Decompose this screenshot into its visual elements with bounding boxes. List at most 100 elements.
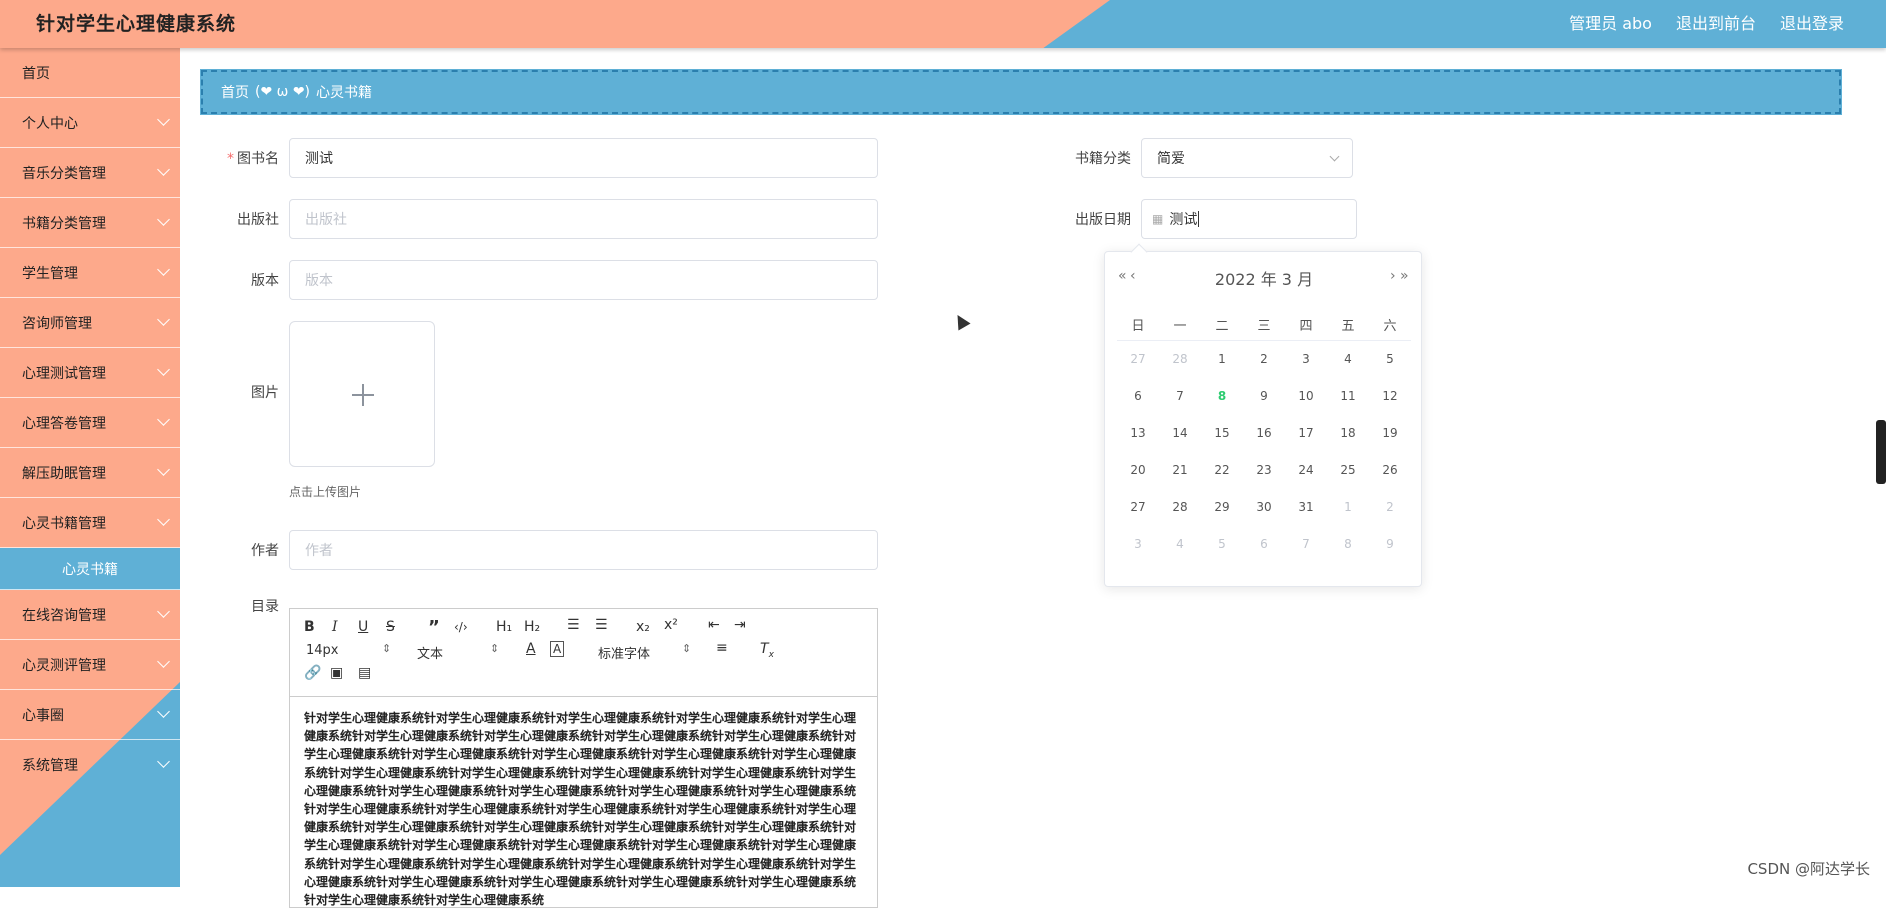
image-icon[interactable]: ▣ [330, 665, 343, 681]
sidebar-item-online-consult[interactable]: 在线咨询管理 [0, 590, 180, 640]
calendar-day[interactable]: 25 [1327, 451, 1369, 488]
pub-date-input[interactable]: ▦ 测试 [1141, 199, 1357, 239]
calendar-day[interactable]: 13 [1117, 414, 1159, 451]
outdent-icon[interactable]: ⇤ [708, 617, 720, 633]
bold-icon[interactable]: B [304, 619, 315, 635]
sidebar-item-soul-assessment[interactable]: 心灵测评管理 [0, 640, 180, 690]
calendar-day[interactable]: 2 [1243, 340, 1285, 377]
calendar-day[interactable]: 28 [1159, 340, 1201, 377]
calendar-day[interactable]: 1 [1201, 340, 1243, 377]
code-block-icon[interactable]: ‹/› [454, 620, 468, 634]
calendar-day[interactable]: 18 [1327, 414, 1369, 451]
editor-content[interactable]: 针对学生心理健康系统针对学生心理健康系统针对学生心理健康系统针对学生心理健康系统… [290, 697, 877, 909]
calendar-day[interactable]: 4 [1327, 340, 1369, 377]
calendar-day[interactable]: 24 [1285, 451, 1327, 488]
sidebar-menu: 首页 个人中心 音乐分类管理 书籍分类管理 学生管理 咨询师管理 心理测试管理 … [0, 48, 180, 790]
bullet-list-icon[interactable]: ☰ [595, 617, 608, 633]
next-month-button[interactable]: › [1390, 268, 1396, 284]
sidebar-item-students[interactable]: 学生管理 [0, 248, 180, 298]
underline-icon[interactable]: U [358, 619, 368, 635]
calendar-day[interactable]: 3 [1117, 525, 1159, 562]
calendar-day[interactable]: 31 [1285, 488, 1327, 525]
calendar-day[interactable]: 19 [1369, 414, 1411, 451]
chevron-down-icon [157, 463, 170, 476]
background-color-icon[interactable]: A [550, 641, 564, 657]
link-icon[interactable]: 🔗 [304, 665, 321, 681]
calendar-day[interactable]: 3 [1285, 340, 1327, 377]
calendar-day[interactable]: 9 [1369, 525, 1411, 562]
sidebar-item-moments[interactable]: 心事圈 [0, 690, 180, 740]
superscript-icon[interactable]: x² [664, 617, 678, 633]
publisher-input[interactable]: 出版社 [289, 199, 878, 239]
exit-to-front-link[interactable]: 退出到前台 [1676, 10, 1756, 34]
font-color-icon[interactable]: A [526, 641, 536, 657]
calendar-day[interactable]: 28 [1159, 488, 1201, 525]
ordered-list-icon[interactable]: ☰ [567, 617, 580, 633]
sidebar-item-psych-tests[interactable]: 心理测试管理 [0, 348, 180, 398]
calendar-day[interactable]: 10 [1285, 377, 1327, 414]
sidebar-item-relax-sleep[interactable]: 解压助眠管理 [0, 448, 180, 498]
category-select[interactable]: 简爱 [1141, 138, 1353, 178]
calendar-day[interactable]: 9 [1243, 377, 1285, 414]
calendar-day[interactable]: 16 [1243, 414, 1285, 451]
calendar-day[interactable]: 26 [1369, 451, 1411, 488]
edition-input[interactable]: 版本 [289, 260, 878, 300]
page-scrollbar[interactable] [1876, 420, 1886, 484]
heading1-icon[interactable]: H₁ [496, 619, 512, 635]
align-left-icon[interactable]: ≡ [716, 640, 728, 656]
video-icon[interactable]: ▤ [358, 665, 371, 681]
subscript-icon[interactable]: x₂ [636, 619, 650, 635]
calendar-day[interactable]: 8 [1327, 525, 1369, 562]
indent-icon[interactable]: ⇥ [734, 617, 746, 633]
italic-icon[interactable]: I [332, 619, 338, 635]
calendar-day[interactable]: 2 [1369, 488, 1411, 525]
calendar-day[interactable]: 7 [1285, 525, 1327, 562]
calendar-day[interactable]: 8 [1201, 377, 1243, 414]
calendar-day[interactable]: 5 [1369, 340, 1411, 377]
sidebar-item-personal-center[interactable]: 个人中心 [0, 98, 180, 148]
calendar-day[interactable]: 20 [1117, 451, 1159, 488]
font-size-select[interactable]: 14px [306, 643, 339, 658]
calendar-day[interactable]: 14 [1159, 414, 1201, 451]
calendar-day[interactable]: 11 [1327, 377, 1369, 414]
calendar-day[interactable]: 23 [1243, 451, 1285, 488]
sidebar-item-counselors[interactable]: 咨询师管理 [0, 298, 180, 348]
author-input[interactable]: 作者 [289, 530, 878, 570]
blockquote-icon[interactable]: ” [428, 617, 440, 638]
strike-icon[interactable]: S [386, 619, 395, 635]
calendar-day[interactable]: 5 [1201, 525, 1243, 562]
clear-format-icon[interactable]: Tx [760, 641, 774, 660]
next-year-button[interactable]: » [1400, 268, 1409, 284]
book-name-input[interactable]: 测试 [289, 138, 878, 178]
calendar-day[interactable]: 7 [1159, 377, 1201, 414]
sidebar-item-answer-sheets[interactable]: 心理答卷管理 [0, 398, 180, 448]
heading2-icon[interactable]: H₂ [524, 619, 540, 635]
calendar-day[interactable]: 30 [1243, 488, 1285, 525]
calendar-day[interactable]: 4 [1159, 525, 1201, 562]
block-type-select[interactable]: 文本 [417, 643, 443, 662]
sidebar-item-music-category[interactable]: 音乐分类管理 [0, 148, 180, 198]
calendar-day[interactable]: 27 [1117, 340, 1159, 377]
calendar-day[interactable]: 27 [1117, 488, 1159, 525]
calendar-day[interactable]: 17 [1285, 414, 1327, 451]
logout-link[interactable]: 退出登录 [1780, 10, 1844, 34]
calendar-day[interactable]: 29 [1201, 488, 1243, 525]
sidebar-item-soul-books[interactable]: 心灵书籍管理 [0, 498, 180, 548]
sidebar-item-label: 书籍分类管理 [22, 213, 106, 233]
calendar-day[interactable]: 6 [1117, 377, 1159, 414]
font-family-select[interactable]: 标准字体 [598, 643, 650, 662]
calendar-day[interactable]: 22 [1201, 451, 1243, 488]
calendar-day[interactable]: 15 [1201, 414, 1243, 451]
calendar-day[interactable]: 12 [1369, 377, 1411, 414]
calendar-day[interactable]: 6 [1243, 525, 1285, 562]
sidebar-item-book-category[interactable]: 书籍分类管理 [0, 198, 180, 248]
image-upload-box[interactable] [289, 321, 435, 467]
calendar-day[interactable]: 1 [1327, 488, 1369, 525]
breadcrumb-home[interactable]: 首页 [221, 82, 249, 102]
sidebar-item-home[interactable]: 首页 [0, 48, 180, 98]
sidebar-item-label: 首页 [22, 63, 50, 83]
toc-label: 目录 [189, 596, 289, 616]
sidebar-subitem-soul-books[interactable]: 心灵书籍 [0, 548, 180, 590]
sidebar-item-system[interactable]: 系统管理 [0, 740, 180, 790]
calendar-day[interactable]: 21 [1159, 451, 1201, 488]
